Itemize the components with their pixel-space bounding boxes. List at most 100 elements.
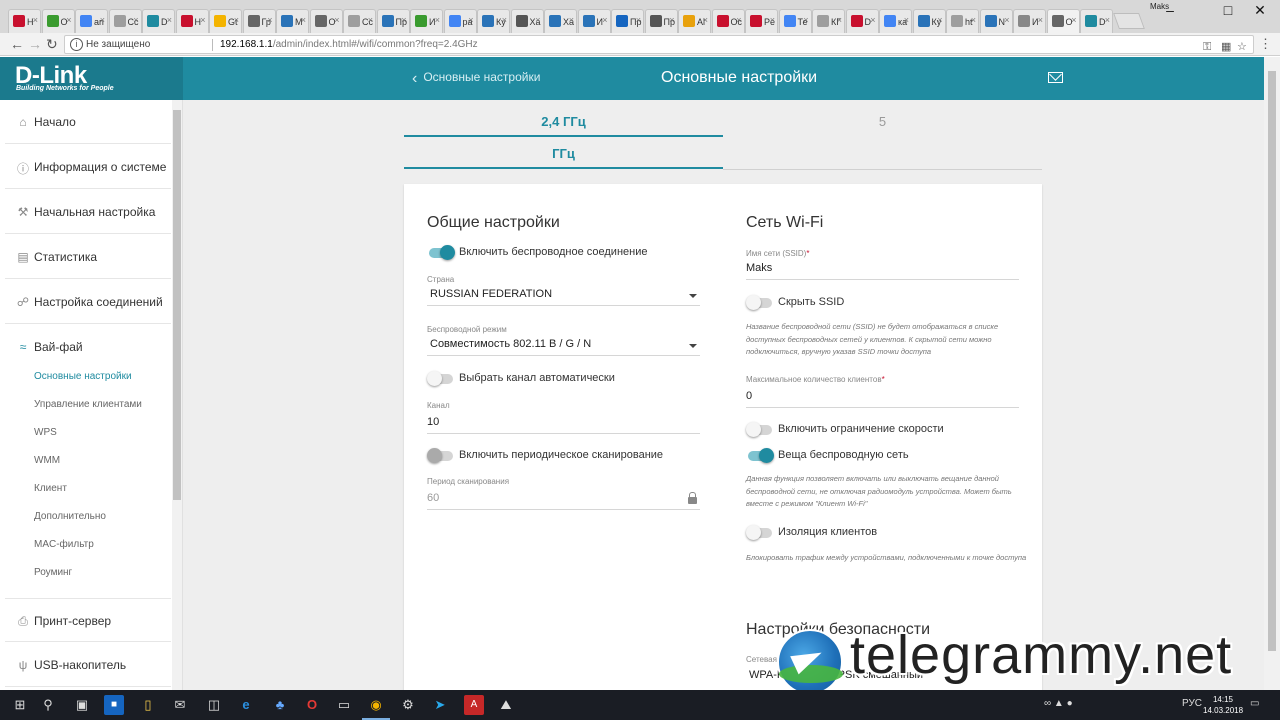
- back-arrow-icon[interactable]: ←: [10, 36, 24, 52]
- browser-tab[interactable]: D ×: [142, 9, 175, 33]
- broadcast-toggle[interactable]: [748, 448, 774, 463]
- sidebar-subitem-client[interactable]: Клиент: [34, 483, 67, 494]
- sidebar-item-statistics[interactable]: ▤ Статистика: [5, 235, 171, 279]
- close-tab-icon[interactable]: ×: [669, 15, 674, 25]
- ssid-input[interactable]: Maks: [746, 262, 772, 274]
- close-tab-icon[interactable]: ×: [1105, 15, 1110, 25]
- close-tab-icon[interactable]: ×: [971, 15, 976, 25]
- translate-icon[interactable]: ▦: [1221, 39, 1231, 56]
- close-tab-icon[interactable]: ×: [569, 15, 574, 25]
- sidebar-subitem-roaming[interactable]: Роуминг: [34, 567, 72, 578]
- browser-tab[interactable]: Ха ×: [510, 9, 544, 33]
- store-icon[interactable]: ◫: [204, 695, 224, 715]
- close-tab-icon[interactable]: ×: [636, 15, 641, 25]
- country-select[interactable]: RUSSIAN FEDERATION: [430, 288, 552, 300]
- browser-tab[interactable]: Cc ×: [343, 9, 376, 33]
- language-indicator[interactable]: РУС: [1182, 698, 1202, 709]
- tab-2-4ghz[interactable]: 2,4 ГГц ГГц: [404, 100, 723, 170]
- chevron-down-icon[interactable]: [689, 344, 697, 348]
- key-icon[interactable]: ⚿: [1203, 39, 1211, 56]
- sidebar-item-print-server[interactable]: ⎙ Принт-сервер: [5, 598, 171, 642]
- task-view-icon[interactable]: ▣: [72, 695, 92, 715]
- periodic-scan-toggle[interactable]: [427, 448, 453, 463]
- windows-start-icon[interactable]: ⊞: [10, 695, 30, 715]
- browser-tab[interactable]: D ×: [845, 9, 879, 33]
- monitor-app-icon[interactable]: ▭: [334, 695, 354, 715]
- sidebar-subitem-mac-filter[interactable]: MAC-фильтр: [34, 539, 94, 550]
- browser-tab[interactable]: Пр ×: [644, 9, 678, 33]
- browser-tab[interactable]: ра ×: [443, 9, 477, 33]
- telegram-icon[interactable]: ➤: [430, 695, 450, 715]
- sidebar-subitem-wmm[interactable]: WMM: [34, 455, 60, 466]
- sidebar-subitem-advanced[interactable]: Дополнительно: [34, 511, 106, 522]
- browser-tab[interactable]: Н ×: [175, 9, 209, 33]
- pdf-reader-icon[interactable]: A: [464, 695, 484, 715]
- info-icon[interactable]: i: [70, 38, 83, 51]
- close-tab-icon[interactable]: ×: [837, 15, 842, 25]
- close-tab-icon[interactable]: ×: [267, 15, 272, 25]
- close-tab-icon[interactable]: ×: [301, 15, 306, 25]
- sidebar-subitem-basic[interactable]: Основные настройки: [34, 371, 132, 382]
- network-app-icon[interactable]: ♣: [270, 695, 290, 715]
- browser-tab[interactable]: Ку ×: [912, 9, 946, 33]
- page-scrollbar[interactable]: [1264, 57, 1280, 690]
- browser-tab[interactable]: И ×: [1013, 9, 1046, 33]
- close-tab-icon[interactable]: ×: [234, 15, 239, 25]
- close-tab-icon[interactable]: ×: [535, 15, 540, 25]
- browser-tab[interactable]: И ×: [577, 9, 611, 33]
- channel-input[interactable]: 10: [427, 416, 439, 428]
- enable-wireless-toggle[interactable]: [429, 245, 455, 260]
- reload-icon[interactable]: ↻: [46, 36, 58, 52]
- auto-channel-toggle[interactable]: [427, 371, 453, 386]
- close-tab-icon[interactable]: ×: [100, 15, 105, 25]
- browser-tab[interactable]: ка ×: [879, 9, 912, 33]
- chrome-icon[interactable]: ◉: [366, 695, 386, 715]
- tray-icons[interactable]: ∞ ▲ ●: [1044, 698, 1073, 709]
- sidebar-item-home[interactable]: ⌂ Начало: [5, 100, 171, 144]
- tab-5ghz[interactable]: 5: [723, 100, 1042, 170]
- browser-tab[interactable]: Pe ×: [745, 9, 778, 33]
- close-tab-icon[interactable]: ×: [870, 15, 875, 25]
- browser-tab[interactable]: D ×: [1080, 9, 1113, 33]
- close-tab-icon[interactable]: ×: [904, 15, 909, 25]
- sidebar-item-system-info[interactable]: ⓘ Информация о системе: [5, 145, 171, 189]
- close-tab-icon[interactable]: ×: [435, 15, 440, 25]
- settings-gear-icon[interactable]: ⚙: [398, 695, 418, 715]
- file-explorer-icon[interactable]: ▯: [138, 695, 158, 715]
- browser-tab[interactable]: N ×: [979, 9, 1013, 33]
- app-icon-blue[interactable]: ■: [104, 695, 124, 715]
- close-tab-icon[interactable]: ×: [401, 15, 406, 25]
- browser-tab[interactable]: Пр ×: [611, 9, 644, 33]
- menu-icon[interactable]: ⋮: [1259, 36, 1272, 52]
- clock[interactable]: 14:15 14.03.2018: [1203, 694, 1243, 716]
- browser-tab[interactable]: Гр ×: [242, 9, 276, 33]
- close-tab-icon[interactable]: ×: [703, 15, 708, 25]
- close-tab-icon[interactable]: ×: [770, 15, 775, 25]
- browser-tab[interactable]: Cc ×: [108, 9, 142, 33]
- chevron-down-icon[interactable]: [689, 294, 697, 298]
- browser-tab[interactable]: Gt ×: [209, 9, 242, 33]
- browser-tab[interactable]: Ос ×: [711, 9, 745, 33]
- url-text[interactable]: 192.168.1.1/admin/index.html#/wifi/commo…: [220, 36, 478, 53]
- wireless-mode-select[interactable]: Совместимость 802.11 B / G / N: [430, 338, 591, 350]
- browser-tab[interactable]: КГ ×: [812, 9, 845, 33]
- close-tab-icon[interactable]: ×: [1071, 15, 1076, 25]
- close-tab-icon[interactable]: ×: [468, 15, 473, 25]
- sidebar-subitem-wps[interactable]: WPS: [34, 427, 57, 438]
- browser-tab[interactable]: O ×: [41, 9, 75, 33]
- sidebar-item-wifi[interactable]: ≈ Вай-фай: [5, 325, 171, 369]
- search-icon[interactable]: ⚲: [38, 695, 58, 715]
- close-tab-icon[interactable]: ×: [602, 15, 607, 25]
- mail-app-icon[interactable]: ✉: [170, 695, 190, 715]
- sidebar-item-usb[interactable]: ψ USB-накопитель: [5, 643, 171, 687]
- browser-tab[interactable]: ап ×: [75, 9, 108, 33]
- close-tab-icon[interactable]: ×: [803, 15, 808, 25]
- back-link[interactable]: ‹ Основные настройки: [412, 70, 540, 88]
- notifications-icon[interactable]: ▭: [1250, 698, 1259, 709]
- mail-icon[interactable]: [1048, 72, 1063, 83]
- close-tab-icon[interactable]: ×: [368, 15, 373, 25]
- minimize-icon[interactable]: –: [1148, 0, 1192, 22]
- address-bar[interactable]: i Не защищено 192.168.1.1/admin/index.ht…: [64, 35, 1254, 54]
- close-tab-icon[interactable]: ×: [1004, 15, 1009, 25]
- browser-tab[interactable]: О ×: [1046, 9, 1080, 33]
